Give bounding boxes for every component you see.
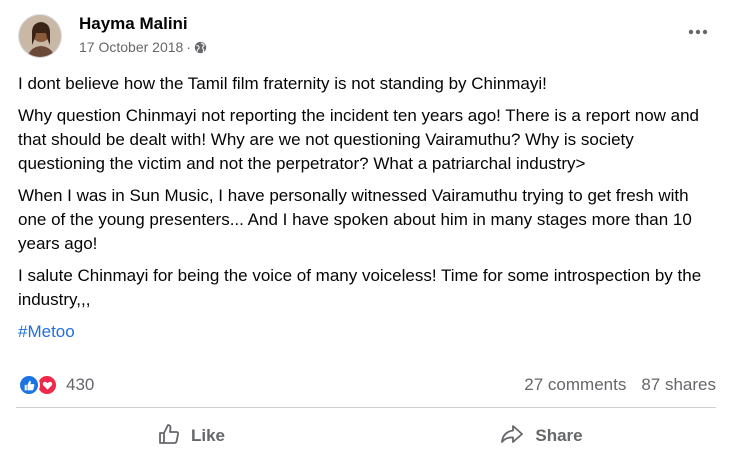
post-body: I dont believe how the Tamil film frater… [18,72,718,352]
share-label: Share [535,426,583,445]
like-label: Like [190,426,226,445]
post-date[interactable]: 17 October 2018 [79,39,183,55]
avatar[interactable] [18,14,62,58]
globe-icon [194,41,207,54]
post-paragraph: I dont believe how the Tamil film frater… [18,74,547,93]
post-meta: 17 October 2018 · [79,39,207,55]
reactions-summary[interactable]: 430 [18,374,94,396]
meta-separator: · [186,39,191,55]
engagement-counts: 27 comments 87 shares [524,375,716,395]
post-paragraph: Why question Chinmayi not reporting the … [18,106,700,173]
share-arrow-icon [499,422,525,451]
like-button[interactable]: Like [16,414,366,458]
hashtag-link[interactable]: #Metoo [18,322,75,341]
comments-count[interactable]: 27 comments [524,375,626,395]
thumbs-up-icon [157,422,181,451]
post-paragraph: I salute Chinmayi for being the voice of… [18,266,702,309]
reaction-icons [18,374,58,396]
post-stats: 430 27 comments 87 shares [18,372,716,398]
author-name[interactable]: Hayma Malini [79,14,188,34]
facebook-post: Hayma Malini 17 October 2018 · I dont be… [0,0,732,467]
share-button[interactable]: Share [366,414,716,458]
reaction-count[interactable]: 430 [66,375,94,395]
shares-count[interactable]: 87 shares [641,375,716,395]
more-options-icon[interactable] [686,24,710,40]
divider [16,407,716,408]
post-actions: Like Share [16,414,716,458]
like-icon [18,374,40,396]
avatar-image [19,15,61,57]
post-paragraph: When I was in Sun Music, I have personal… [18,186,692,253]
